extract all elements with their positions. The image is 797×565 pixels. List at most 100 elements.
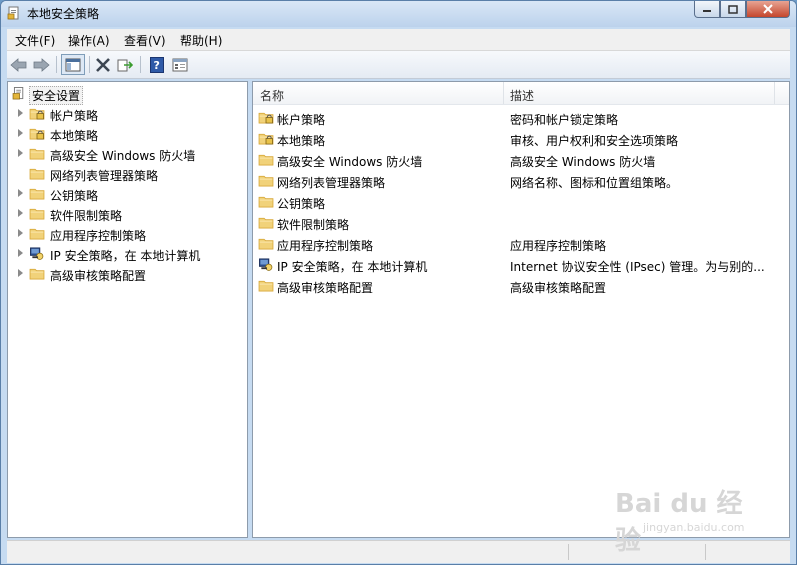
list-row[interactable]: 应用程序控制策略 应用程序控制策略: [253, 233, 789, 254]
list-header: 名称 描述: [253, 82, 789, 105]
maximize-icon: [728, 4, 738, 14]
list-row[interactable]: 高级审核策略配置 高级审核策略配置: [253, 275, 789, 296]
folder-icon: [258, 196, 274, 208]
caption-buttons: [694, 1, 790, 19]
help-icon: ?: [150, 56, 164, 73]
expand-arrow-icon[interactable]: [18, 189, 23, 197]
menu-view[interactable]: 查看(V): [124, 32, 166, 49]
row-description: 应用程序控制策略: [510, 239, 607, 253]
tree-root-security-settings[interactable]: 安全设置: [8, 84, 247, 105]
tree-item-label: 帐户策略: [50, 109, 99, 123]
menu-help[interactable]: 帮助(H): [180, 32, 222, 49]
column-divider[interactable]: [503, 82, 504, 104]
row-name: 高级安全 Windows 防火墙: [277, 155, 423, 169]
folder-icon: [29, 168, 45, 180]
policy-folder-icon: [258, 133, 274, 145]
expand-arrow-icon[interactable]: [18, 149, 23, 157]
list-pane[interactable]: 名称 描述 帐户策略 密码和帐户锁定策略 本地策略 审核、用户权利和安全选项策略 高级安…: [252, 81, 790, 538]
row-name: 应用程序控制策略: [277, 239, 374, 253]
tree-item[interactable]: 应用程序控制策略: [8, 224, 247, 244]
show-hide-tree-icon: [65, 58, 81, 71]
maximize-button[interactable]: [720, 1, 746, 18]
folder-icon: [29, 188, 45, 200]
list-row[interactable]: 网络列表管理器策略 网络名称、图标和位置组策略。: [253, 170, 789, 191]
tree-item[interactable]: 网络列表管理器策略: [8, 164, 247, 184]
folder-icon: [29, 228, 45, 240]
row-description: 审核、用户权利和安全选项策略: [510, 134, 679, 148]
column-header-name[interactable]: 名称: [260, 87, 284, 104]
list-row[interactable]: 高级安全 Windows 防火墙 高级安全 Windows 防火墙: [253, 149, 789, 170]
row-name: 公钥策略: [277, 197, 326, 211]
main-window: 本地安全策略 文件(F) 操作(A) 查看(V) 帮助(H) ? 安全设置 帐户…: [0, 0, 797, 565]
expand-arrow-icon[interactable]: [18, 229, 23, 237]
expand-arrow-icon[interactable]: [18, 129, 23, 137]
expand-arrow-icon[interactable]: [18, 209, 23, 217]
tree-item-label: 高级审核策略配置: [50, 269, 147, 283]
close-icon: [763, 4, 773, 14]
row-name: 高级审核策略配置: [277, 281, 374, 295]
tree-root-label: 安全设置: [29, 86, 84, 105]
expand-arrow-icon[interactable]: [18, 249, 23, 257]
help-button[interactable]: ?: [147, 54, 167, 75]
policy-folder-icon: [29, 128, 45, 140]
list-row[interactable]: 帐户策略 密码和帐户锁定策略: [253, 107, 789, 128]
export-list-button[interactable]: [115, 54, 135, 75]
tree-item-label: IP 安全策略，在 本地计算机: [50, 249, 201, 263]
tree-item[interactable]: IP 安全策略，在 本地计算机: [8, 244, 247, 264]
svg-text:?: ?: [154, 59, 160, 72]
row-name: 网络列表管理器策略: [277, 176, 386, 190]
properties-button[interactable]: [170, 54, 190, 75]
folder-icon: [258, 217, 274, 229]
tree-item[interactable]: 高级安全 Windows 防火墙: [8, 144, 247, 164]
tree-item-label: 高级安全 Windows 防火墙: [50, 149, 196, 163]
toolbar-separator: [56, 56, 57, 73]
folder-icon: [29, 148, 45, 160]
delete-button[interactable]: [93, 54, 113, 75]
row-description: 网络名称、图标和位置组策略。: [510, 176, 679, 190]
list-row[interactable]: IP 安全策略，在 本地计算机 Internet 协议安全性 (IPsec) 管理…: [253, 254, 789, 275]
menu-action[interactable]: 操作(A): [68, 32, 110, 49]
tree-item[interactable]: 高级审核策略配置: [8, 264, 247, 284]
tree-item-label: 软件限制策略: [50, 209, 123, 223]
list-row[interactable]: 软件限制策略: [253, 212, 789, 233]
show-hide-tree-button[interactable]: [61, 54, 85, 75]
row-description: 密码和帐户锁定策略: [510, 113, 619, 127]
ip-security-icon: [259, 258, 273, 271]
tree-item[interactable]: 本地策略: [8, 124, 247, 144]
row-description: Internet 协议安全性 (IPsec) 管理。为与别的...: [510, 260, 765, 274]
column-divider[interactable]: [774, 82, 775, 104]
folder-icon: [29, 208, 45, 220]
column-header-description[interactable]: 描述: [510, 87, 534, 104]
row-name: 软件限制策略: [277, 218, 350, 232]
export-list-icon: [117, 59, 133, 71]
forward-button[interactable]: [31, 54, 51, 75]
minimize-icon: [703, 10, 711, 12]
tree-item[interactable]: 公钥策略: [8, 184, 247, 204]
tree-item[interactable]: 软件限制策略: [8, 204, 247, 224]
properties-icon: [172, 58, 188, 71]
tree-pane[interactable]: 安全设置 帐户策略本地策略高级安全 Windows 防火墙 网络列表管理器策略 公钥…: [7, 81, 248, 538]
title-bar[interactable]: 本地安全策略: [1, 1, 796, 27]
folder-icon: [258, 238, 274, 250]
toolbar-separator: [89, 56, 90, 73]
tree-item[interactable]: 帐户策略: [8, 104, 247, 124]
minimize-button[interactable]: [694, 1, 720, 18]
back-icon: [10, 57, 27, 72]
window-title: 本地安全策略: [27, 7, 100, 21]
policy-folder-icon: [29, 108, 45, 120]
tree-item-label: 本地策略: [50, 129, 99, 143]
close-button[interactable]: [746, 1, 790, 18]
row-name: IP 安全策略，在 本地计算机: [277, 260, 428, 274]
list-row[interactable]: 公钥策略: [253, 191, 789, 212]
row-description: 高级审核策略配置: [510, 281, 607, 295]
security-settings-icon: [12, 87, 24, 100]
row-description: 高级安全 Windows 防火墙: [510, 155, 656, 169]
tree-item-label: 网络列表管理器策略: [50, 169, 159, 183]
menu-file[interactable]: 文件(F): [15, 32, 55, 49]
expand-arrow-icon[interactable]: [18, 109, 23, 117]
back-button[interactable]: [9, 54, 29, 75]
ip-security-icon: [30, 247, 44, 260]
expand-arrow-icon[interactable]: [18, 269, 23, 277]
watermark-url: jingyan.baidu.com: [643, 521, 745, 534]
list-row[interactable]: 本地策略 审核、用户权利和安全选项策略: [253, 128, 789, 149]
